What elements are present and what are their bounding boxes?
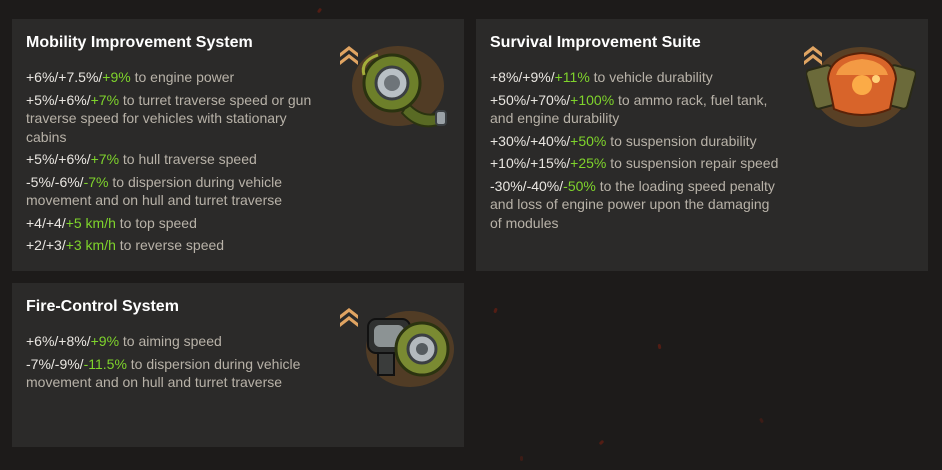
fire-control-unit-icon [366,311,454,387]
stat-line: +5%/+6%/+7% to hull traverse speed [26,151,257,167]
ember-decoration [493,307,498,314]
stat-line: -30%/-40%/-50% to the loading speed pena… [490,177,775,231]
stat-line: +4/+4/+5 km/h to top speed [26,214,197,231]
stat-line: +6%/+7.5%/+9% to engine power [26,69,235,85]
ember-decoration [758,417,765,424]
module-card-fire-control: Fire-Control System +6%/+8%/+9% to aimin… [12,283,464,447]
stat-line: -7%/-9%/-11.5% to dispersion during vehi… [26,355,301,391]
stat-line: +50%/+70%/+100% to ammo rack, fuel tank,… [490,91,768,127]
stat-list: +8%/+9%/+11% to vehicle durability +50%/… [490,68,782,232]
card-title: Survival Improvement Suite [490,34,701,51]
ember-decoration [520,456,523,461]
stat-line: +5%/+6%/+7% to turret traverse speed or … [26,91,312,145]
ember-decoration [598,439,605,446]
card-title: Mobility Improvement System [26,34,253,51]
stat-line: +2/+3/+3 km/h to reverse speed [26,237,225,253]
armor-kit-icon [806,47,916,127]
module-card-survival: Survival Improvement Suite +8%/+9%/+11% … [476,19,928,271]
stat-line: +6%/+8%/+9% to aiming speed [26,333,222,349]
card-title: Fire-Control System [26,298,179,315]
stat-line: +8%/+9%/+11% to vehicle durability [490,69,713,85]
stat-list: +6%/+8%/+9% to aiming speed -7%/-9%/-11.… [26,332,318,392]
rank-chevrons-icon [340,308,358,327]
stat-list: +6%/+7.5%/+9% to engine power +5%/+6%/+7… [26,68,316,255]
ember-decoration [657,343,662,350]
turbocharger-icon [352,46,447,128]
stat-line: -5%/-6%/-7% to dispersion during vehicle… [26,173,283,209]
module-card-mobility: Mobility Improvement System +6%/+7.5%/+9… [12,19,464,271]
stat-line: +30%/+40%/+50% to suspension durability [490,132,757,149]
ember-decoration [316,7,323,14]
stat-line: +10%/+15%/+25% to suspension repair spee… [490,155,779,171]
